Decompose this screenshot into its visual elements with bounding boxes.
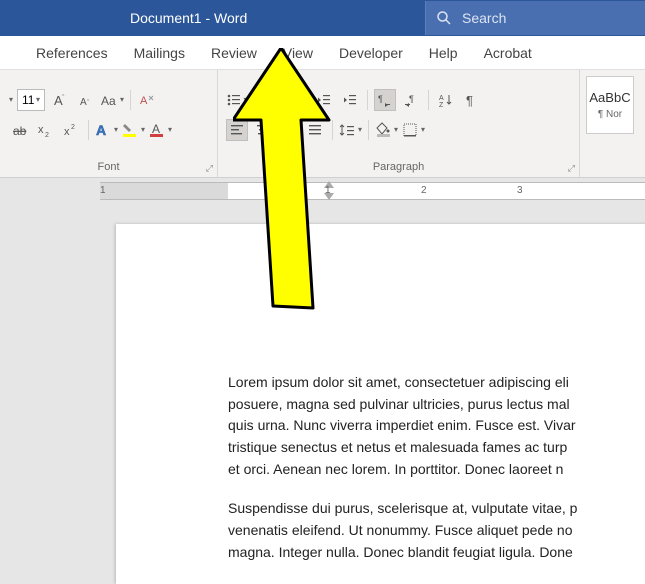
svg-text:A: A xyxy=(152,122,160,136)
paragraph-group-label: Paragraph⤢ xyxy=(218,159,579,177)
increase-indent-button[interactable] xyxy=(339,89,361,111)
shrink-font-button[interactable]: Aˇ xyxy=(75,89,97,111)
tab-acrobat[interactable]: Acrobat xyxy=(484,45,532,61)
svg-text:x: x xyxy=(64,126,70,138)
search-icon xyxy=(436,10,452,26)
style-normal-button[interactable]: AaBbC ¶ Nor xyxy=(586,76,634,134)
document-canvas: Lorem ipsum dolor sit amet, consectetuer… xyxy=(0,204,645,584)
svg-text:¶: ¶ xyxy=(466,93,473,108)
font-group-label: Font⤢ xyxy=(0,159,217,177)
svg-text:A: A xyxy=(439,95,444,102)
svg-text:¶: ¶ xyxy=(378,94,383,104)
svg-text:3: 3 xyxy=(252,102,255,108)
tab-help[interactable]: Help xyxy=(429,45,458,61)
svg-text:Aa: Aa xyxy=(101,94,116,108)
align-left-button[interactable] xyxy=(226,119,248,141)
ribbon-tabs: References Mailings Review View Develope… xyxy=(0,36,645,70)
change-case-button[interactable]: Aa▾ xyxy=(101,89,124,111)
sort-button[interactable]: AZ xyxy=(435,89,457,111)
svg-text:2: 2 xyxy=(45,132,49,138)
subscript-button[interactable]: x2 xyxy=(34,119,56,141)
ribbon-group-font: ▾ 11▾ Aˆ Aˇ Aa▾ A ab x2 x2 A▾ ▾ A▾ Font⤢ xyxy=(0,70,218,177)
strikethrough-button[interactable]: ab xyxy=(8,119,30,141)
shading-button[interactable]: ▾ xyxy=(375,119,398,141)
title-bar: Document1 - Word Search xyxy=(0,0,645,36)
text-effects-button[interactable]: A▾ xyxy=(95,119,118,141)
horizontal-ruler[interactable]: 1 1 2 3 xyxy=(100,182,645,200)
align-center-button[interactable] xyxy=(252,119,274,141)
paragraph-dialog-launcher[interactable]: ⤢ xyxy=(568,163,575,174)
decrease-indent-button[interactable] xyxy=(313,89,335,111)
show-hide-paragraph-button[interactable]: ¶ xyxy=(461,89,483,111)
search-placeholder: Search xyxy=(462,10,506,26)
font-dialog-launcher[interactable]: ⤢ xyxy=(206,163,213,174)
svg-text:ˇ: ˇ xyxy=(87,100,90,107)
multilevel-list-button[interactable]: ▾ xyxy=(278,89,300,111)
ruler-area: 1 1 2 3 xyxy=(0,178,645,204)
numbering-button[interactable]: 123▾ xyxy=(252,89,274,111)
ribbon: ▾ 11▾ Aˆ Aˇ Aa▾ A ab x2 x2 A▾ ▾ A▾ Font⤢ xyxy=(0,70,645,178)
highlight-button[interactable]: ▾ xyxy=(122,119,145,141)
borders-button[interactable]: ▾ xyxy=(402,119,425,141)
ribbon-group-paragraph: ▾ 123▾ ▾ ¶ ¶ AZ ¶ ▾ ▾ xyxy=(218,70,580,177)
search-box[interactable]: Search xyxy=(425,1,645,35)
tab-mailings[interactable]: Mailings xyxy=(134,45,185,61)
paragraph[interactable]: Suspendisse dui purus, scelerisque at, v… xyxy=(228,498,645,563)
superscript-button[interactable]: x2 xyxy=(60,119,82,141)
svg-text:A: A xyxy=(80,97,87,108)
left-to-right-button[interactable]: ¶ xyxy=(374,89,396,111)
tab-review[interactable]: Review xyxy=(211,45,257,61)
ribbon-group-styles: AaBbC ¶ Nor xyxy=(580,70,645,177)
tab-developer[interactable]: Developer xyxy=(339,45,403,61)
grow-font-button[interactable]: Aˆ xyxy=(49,89,71,111)
svg-text:Z: Z xyxy=(439,102,444,108)
right-to-left-button[interactable]: ¶ xyxy=(400,89,422,111)
document-page[interactable]: Lorem ipsum dolor sit amet, consectetuer… xyxy=(116,224,645,584)
tab-references[interactable]: References xyxy=(36,45,108,61)
svg-text:ab: ab xyxy=(13,124,27,138)
svg-text:¶: ¶ xyxy=(409,94,414,104)
font-size-input[interactable]: 11▾ xyxy=(17,89,45,111)
justify-button[interactable] xyxy=(304,119,326,141)
bullets-button[interactable]: ▾ xyxy=(226,89,248,111)
svg-text:A: A xyxy=(96,122,106,138)
align-right-button[interactable] xyxy=(278,119,300,141)
line-spacing-button[interactable]: ▾ xyxy=(339,119,362,141)
svg-text:ˆ: ˆ xyxy=(62,95,65,102)
svg-text:A: A xyxy=(140,95,148,107)
clear-formatting-button[interactable]: A xyxy=(137,89,159,111)
font-name-dropdown-icon[interactable]: ▾ xyxy=(9,95,13,104)
font-color-button[interactable]: A▾ xyxy=(149,119,172,141)
document-title: Document1 - Word xyxy=(0,10,247,26)
paragraph[interactable]: Lorem ipsum dolor sit amet, consectetuer… xyxy=(228,372,645,480)
svg-text:x: x xyxy=(38,124,44,136)
tab-view[interactable]: View xyxy=(283,45,313,61)
svg-text:2: 2 xyxy=(71,124,75,131)
